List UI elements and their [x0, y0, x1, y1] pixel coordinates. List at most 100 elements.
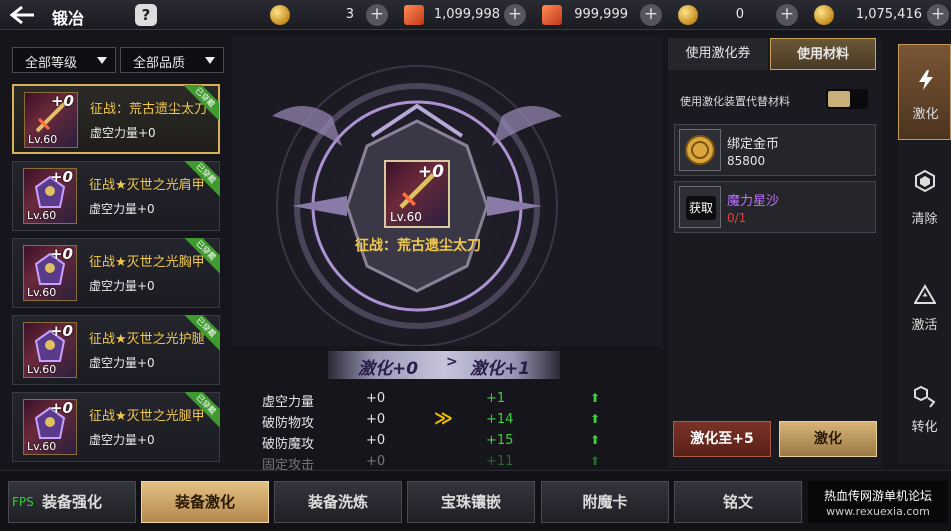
bottom-tab-bar: 装备强化 装备激化 装备洗炼 宝珠镶嵌 附魔卡 铭文 FPS 热血传网游单机论坛 www.…: [0, 470, 951, 531]
material-magic-stardust[interactable]: 获取 魔力星沙 0/1: [674, 181, 876, 233]
equipment-list-item[interactable]: +0 Lv.60 征战★灭世之光护腿 虚空力量+0 已穿戴: [12, 315, 220, 385]
equipment-stat: 虚空力量+0: [89, 433, 155, 447]
add-scroll-1-button[interactable]: +: [504, 4, 526, 26]
enhance-to-label: 激化+1: [470, 359, 531, 379]
stat-row: 虚空力量 +0 +1 ⬆: [262, 391, 602, 411]
equipped-badge: 已穿戴: [183, 85, 219, 121]
material-name: 绑定金币: [727, 137, 780, 152]
material-panel: 使用激化券 使用材料 使用激化装置代替材料 绑定金币 85800 获取 魔力星沙…: [668, 38, 882, 468]
equipment-list-item[interactable]: +0 Lv.60 征战★灭世之光胸甲 虚空力量+0 已穿戴: [12, 238, 220, 308]
bottom-tab-1[interactable]: 装备激化: [141, 481, 269, 523]
side-tabs: 激化 清除 激活 转化: [898, 44, 951, 464]
enhance-center-panel: +0 Lv.60 征战：荒古遗尘太刀 激化+0 > 激化+1 ≫ 虚空力量 +0 +…: [232, 36, 662, 476]
enhance-to-plus5-button[interactable]: 激化至+5: [673, 421, 771, 457]
gold-coin-icon: [678, 5, 698, 25]
bottom-tab-4[interactable]: 附魔卡: [541, 481, 669, 523]
equipment-thumbnail: +0 Lv.60: [24, 92, 78, 148]
back-arrow-icon[interactable]: [8, 5, 36, 25]
material-value: 0/1: [727, 211, 747, 225]
dropdown-triangle-icon: [205, 57, 215, 64]
equipment-thumbnail: +0 Lv.60: [23, 399, 77, 455]
resource-gold-coin-2: 0 +: [678, 3, 802, 27]
lightning-icon: [919, 70, 933, 90]
scroll-ticket-icon: [542, 5, 562, 25]
add-scroll-2-button[interactable]: +: [640, 4, 662, 26]
stat-current: +0: [366, 433, 386, 448]
bottom-tab-2[interactable]: 装备洗炼: [274, 481, 402, 523]
gold-coin-icon: [270, 5, 290, 25]
device-option-toggle[interactable]: [826, 89, 868, 109]
resource-scroll-2: 999,999 +: [542, 3, 666, 27]
material-bound-gold[interactable]: 绑定金币 85800: [674, 124, 876, 176]
fps-counter: FPS: [12, 495, 34, 509]
equipment-list-item[interactable]: +0 Lv.60 征战★灭世之光腿甲 虚空力量+0 已穿戴: [12, 392, 220, 462]
stat-current: +0: [366, 391, 386, 406]
equipment-list-item[interactable]: +0 Lv.60 征战★灭世之光肩甲 虚空力量+0 已穿戴: [12, 161, 220, 231]
tab-use-material[interactable]: 使用材料: [770, 38, 876, 70]
side-tab-clear[interactable]: 清除: [898, 152, 951, 248]
equipped-badge: 已穿戴: [184, 315, 220, 351]
stat-current: +0: [366, 412, 386, 427]
stat-name: 破防物攻: [262, 416, 315, 431]
arrow-up-icon: ⬆: [590, 433, 601, 447]
arrow-right-icon: >: [446, 354, 458, 370]
equipment-thumbnail: +0 Lv.60: [23, 322, 77, 378]
convert-icon: [914, 386, 936, 408]
level-filter-select[interactable]: 全部等级: [12, 47, 116, 73]
stat-row: 破防物攻 +0 +14 ⬆: [262, 412, 602, 432]
material-name: 魔力星沙: [727, 194, 780, 209]
stat-name: 破防魔攻: [262, 437, 315, 452]
selected-equipment-slot[interactable]: +0 Lv.60: [384, 160, 450, 228]
watermark: 热血传网游单机论坛 www.rexuexia.com: [808, 481, 948, 523]
triangle-star-icon: [914, 284, 936, 304]
equipped-badge: 已穿戴: [184, 161, 220, 197]
side-tab-enhance[interactable]: 激化: [898, 44, 951, 140]
equipment-list-item[interactable]: +0 Lv.60 征战：荒古遗尘太刀 虚空力量+0 已穿戴: [12, 84, 220, 154]
stat-delta: +11: [486, 454, 514, 469]
arrow-up-icon: ⬆: [590, 454, 601, 468]
equipment-thumbnail: +0 Lv.60: [23, 168, 77, 224]
top-bar: 锻冶 ? 3 + 1,099,998 + 999,999 + 0 + 1,075…: [0, 0, 951, 30]
tab-use-voucher[interactable]: 使用激化券: [668, 38, 768, 70]
arrow-up-icon: ⬆: [590, 391, 601, 405]
equipment-stat: 虚空力量+0: [89, 202, 155, 216]
add-bound-gold-button[interactable]: +: [927, 4, 949, 26]
enhance-level-banner: 激化+0 > 激化+1: [328, 351, 560, 379]
enhance-from-label: 激化+0: [358, 359, 419, 379]
device-option-label: 使用激化装置代替材料: [680, 95, 790, 108]
add-gold-coin-button[interactable]: +: [366, 4, 388, 26]
help-icon[interactable]: ?: [135, 4, 157, 26]
hexagon-icon: [915, 170, 935, 192]
obtain-button[interactable]: 获取: [686, 196, 716, 220]
stat-row: 破防魔攻 +0 +15 ⬆: [262, 433, 602, 453]
resource-gold-coin: 3 +: [270, 3, 390, 27]
stat-delta: +15: [486, 433, 514, 448]
bottom-tab-5[interactable]: 铭文: [674, 481, 802, 523]
resource-bound-gold: 1,075,416 +: [814, 3, 949, 27]
equipment-stat: 虚空力量+0: [90, 126, 156, 140]
enhance-button[interactable]: 激化: [779, 421, 877, 457]
bottom-tab-3[interactable]: 宝珠镶嵌: [407, 481, 535, 523]
equipped-badge: 已穿戴: [184, 238, 220, 274]
stardust-slot: 获取: [679, 186, 721, 228]
bound-gold-coin-icon: [814, 5, 834, 25]
quality-filter-select[interactable]: 全部品质: [120, 47, 224, 73]
scroll-ticket-icon: [404, 5, 424, 25]
stat-name: 虚空力量: [262, 395, 315, 410]
equipment-stat: 虚空力量+0: [89, 356, 155, 370]
arrow-up-icon: ⬆: [590, 412, 601, 426]
side-tab-activate[interactable]: 激活: [898, 260, 951, 356]
equipped-badge: 已穿戴: [184, 392, 220, 428]
stat-delta: +14: [486, 412, 514, 427]
add-gold-coin-2-button[interactable]: +: [776, 4, 798, 26]
material-value: 85800: [727, 154, 766, 168]
selected-equipment-name: 征战：荒古遗尘太刀: [355, 238, 481, 254]
stat-delta: +1: [486, 391, 506, 406]
resource-scroll-1: 1,099,998 +: [404, 3, 528, 27]
page-title: 锻冶: [52, 9, 85, 28]
dropdown-triangle-icon: [97, 57, 107, 64]
side-tab-convert[interactable]: 转化: [898, 368, 951, 464]
bound-gold-coin-icon: [679, 129, 721, 171]
equipment-thumbnail: +0 Lv.60: [23, 245, 77, 301]
equipment-stat: 虚空力量+0: [89, 279, 155, 293]
